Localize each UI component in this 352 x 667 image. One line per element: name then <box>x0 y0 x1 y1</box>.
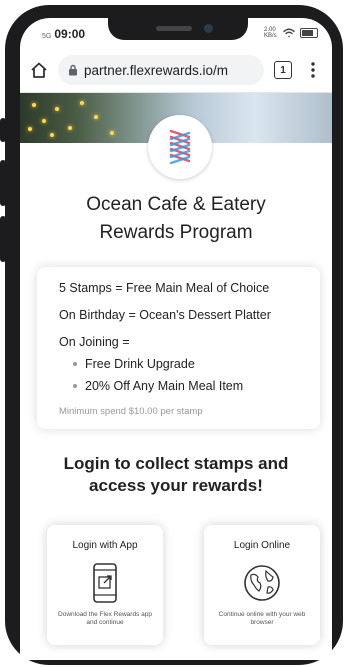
tab-count: 1 <box>274 61 292 79</box>
menu-dots-icon[interactable] <box>302 59 324 81</box>
login-online-button[interactable]: Login Online Continue online with your w… <box>204 525 320 645</box>
status-time: 5G 09:00 <box>42 27 85 41</box>
phone-app-icon <box>93 563 117 603</box>
lock-icon <box>69 64 77 76</box>
birthday-reward: On Birthday = Ocean's Dessert Platter <box>59 308 271 322</box>
home-icon[interactable] <box>28 59 50 81</box>
phone-side-button <box>0 160 6 206</box>
perk-item: Free Drink Upgrade <box>73 357 300 371</box>
login-app-description: Download the Flex Rewards app and contin… <box>58 611 152 626</box>
rewards-card: 5 Stamps = Free Main Meal of Choice On B… <box>37 267 320 429</box>
camera-notch <box>108 18 248 40</box>
url-text: partner.flexrewards.io/m <box>84 62 229 78</box>
title-line-1: Ocean Cafe & Eatery <box>86 194 266 215</box>
login-heading-line-2: access your rewards! <box>89 476 263 495</box>
logo-icon <box>148 115 212 179</box>
minimum-spend-note: Minimum spend $10.00 per stamp <box>59 406 203 417</box>
phone-screen: 5G 09:00 2.00 KB/s partner.flexrewards.io… <box>20 18 332 660</box>
address-field[interactable]: partner.flexrewards.io/m <box>58 55 264 85</box>
perk-item: 20% Off Any Main Meal Item <box>73 379 300 393</box>
login-heading: Login to collect stamps and access your … <box>20 453 332 497</box>
wifi-icon <box>283 28 295 38</box>
joining-perks-list: Free Drink Upgrade 20% Off Any Main Meal… <box>59 357 300 393</box>
login-with-app-button[interactable]: Login with App Download the Flex Rewards… <box>47 525 163 645</box>
browser-url-bar: partner.flexrewards.io/m 1 <box>20 48 332 93</box>
login-online-label: Login Online <box>233 540 291 551</box>
login-options: Login with App Download the Flex Rewards… <box>47 525 320 645</box>
login-app-label: Login with App <box>72 540 138 551</box>
globe-icon <box>244 565 280 601</box>
clock: 09:00 <box>54 27 86 41</box>
phone-side-button <box>0 216 6 262</box>
login-heading-line-1: Login to collect stamps and <box>63 454 289 473</box>
battery-icon <box>300 28 318 38</box>
network-speed: 2.00 KB/s <box>264 27 277 39</box>
phone-side-button <box>0 118 6 142</box>
joining-reward: On Joining = <box>59 335 130 349</box>
program-title: Ocean Cafe & Eatery Rewards Program <box>20 191 332 247</box>
status-bar: 5G 09:00 2.00 KB/s <box>20 18 332 48</box>
stamps-reward: 5 Stamps = Free Main Meal of Choice <box>59 281 270 295</box>
tabs-icon[interactable]: 1 <box>272 59 294 81</box>
carrier-label: 5G <box>42 33 52 40</box>
login-online-description: Continue online with your web browser <box>218 611 306 626</box>
title-line-2: Rewards Program <box>99 222 253 243</box>
system-icons: 2.00 KB/s <box>264 27 318 39</box>
